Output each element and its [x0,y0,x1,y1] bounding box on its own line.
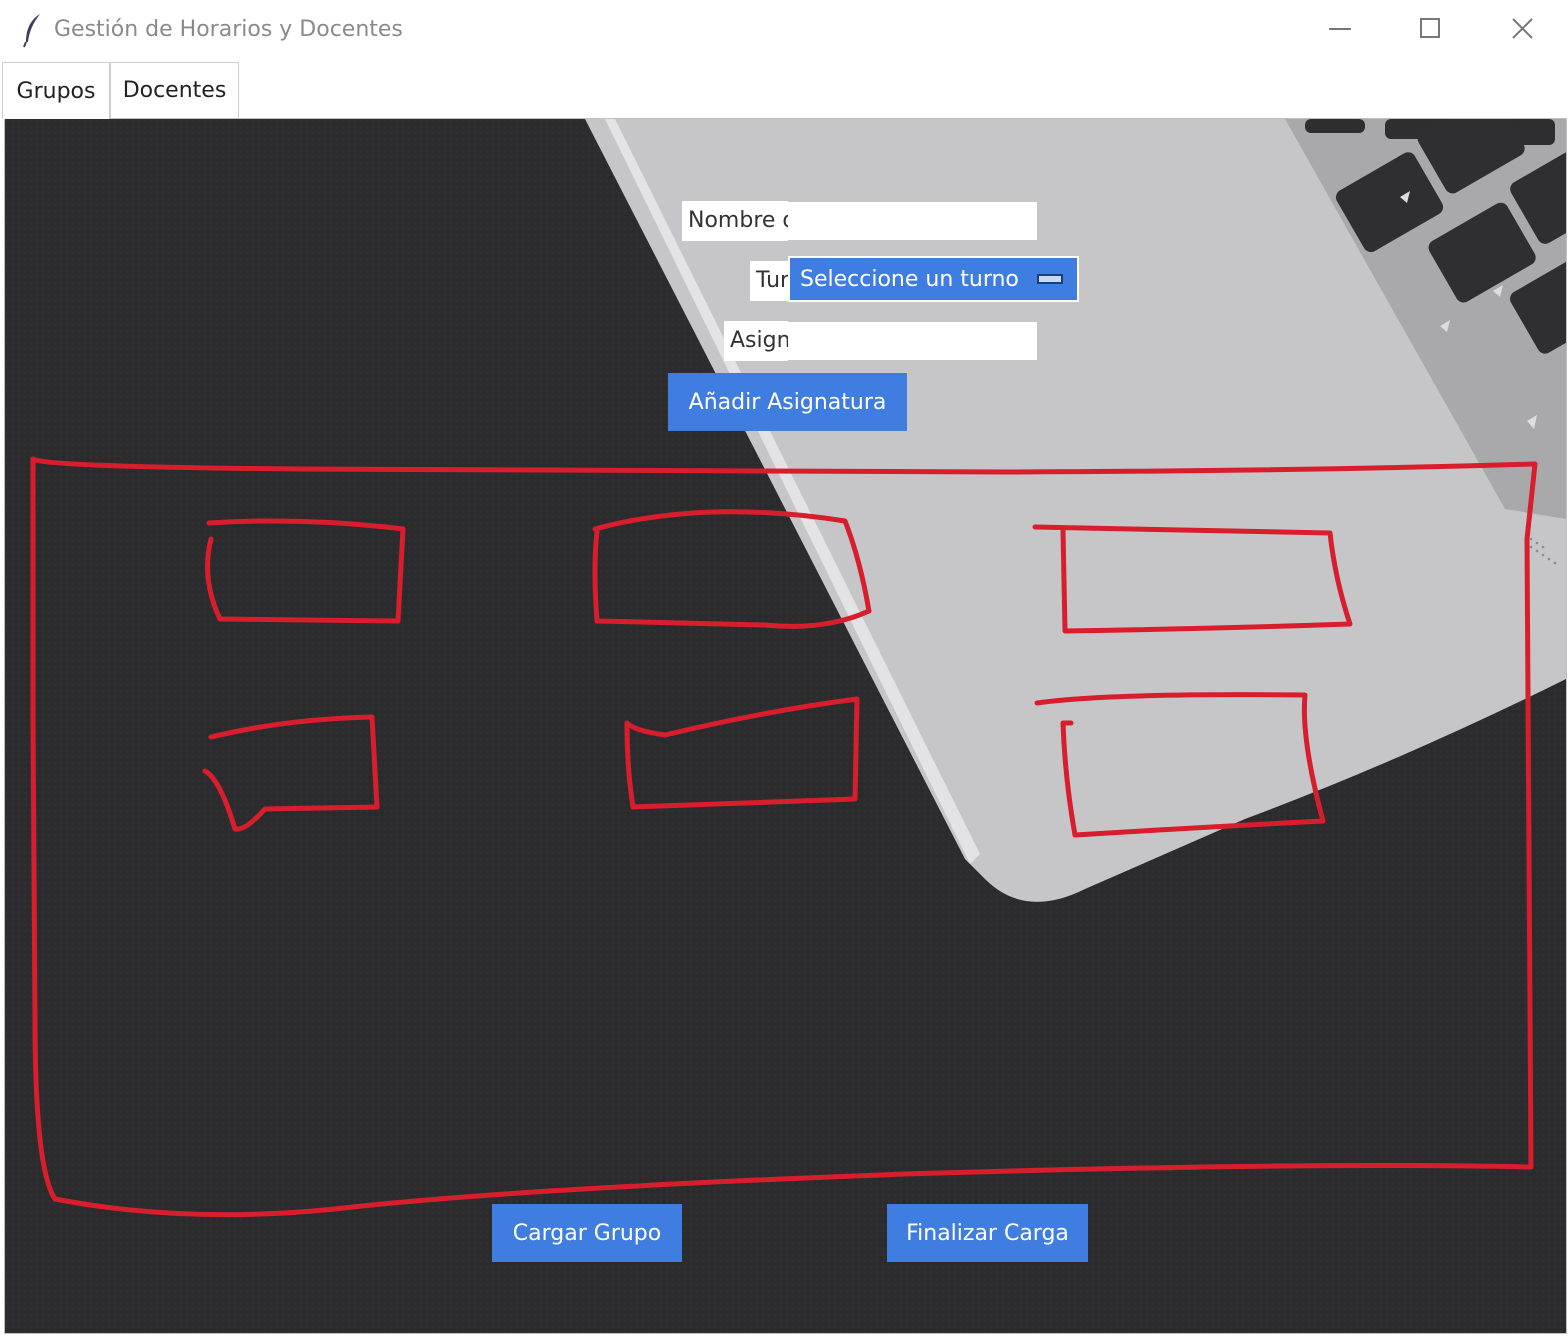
asignatura-label: Asignatura [724,321,788,361]
tab-docentes[interactable]: Docentes [110,62,239,118]
grupos-panel: Nombre d Turno Seleccione un turno Asign… [4,118,1567,1334]
background-laptop-image [5,119,1566,1333]
cargar-grupo-button[interactable]: Cargar Grupo [492,1204,682,1262]
finalizar-carga-button[interactable]: Finalizar Carga [887,1204,1088,1262]
maximize-icon [1420,18,1440,38]
window-title: Gestión de Horarios y Docentes [54,17,403,42]
minimize-button[interactable] [1294,0,1384,60]
turno-selected-value: Seleccione un turno [800,266,1019,292]
add-asignatura-button[interactable]: Añadir Asignatura [668,373,907,431]
asignatura-field[interactable] [788,322,1037,360]
maximize-button[interactable] [1385,0,1475,60]
nombre-label: Nombre d [682,201,788,241]
title-bar: Gestión de Horarios y Docentes [0,0,1568,60]
close-icon [1512,18,1533,39]
dropdown-indicator-icon [1037,274,1063,284]
nombre-field[interactable] [788,202,1037,240]
turno-label: Turno [750,261,788,301]
close-button[interactable] [1478,0,1568,60]
tab-grupos[interactable]: Grupos [2,62,110,119]
turno-combobox[interactable]: Seleccione un turno [788,256,1079,302]
minimize-icon [1329,28,1351,30]
feather-icon [23,14,40,48]
